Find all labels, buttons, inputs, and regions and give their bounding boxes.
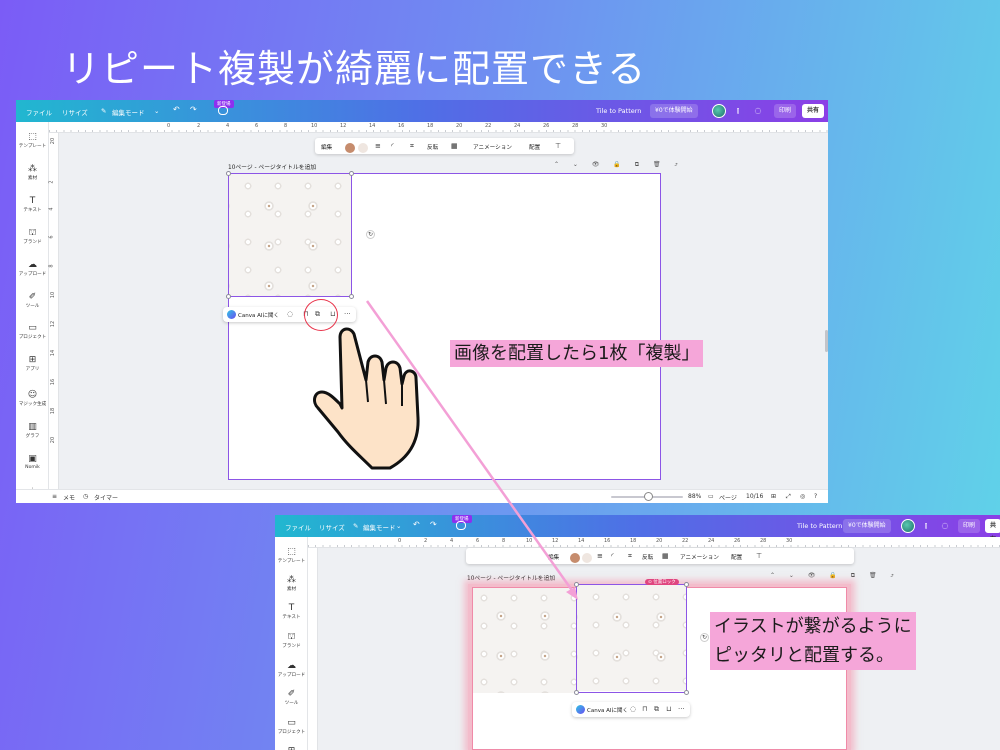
- guide-arrow-head: [566, 587, 578, 600]
- pointing-hand-icon: [313, 327, 420, 470]
- callout-align-line1: イラストが繋がるように: [714, 616, 912, 637]
- callout-align: イラストが繋がるように ピッタリと配置する。: [710, 612, 916, 670]
- callout-duplicate: 画像を配置したら1枚「複製」: [450, 340, 704, 367]
- callout-align-line2: ピッタリと配置する。: [714, 645, 894, 666]
